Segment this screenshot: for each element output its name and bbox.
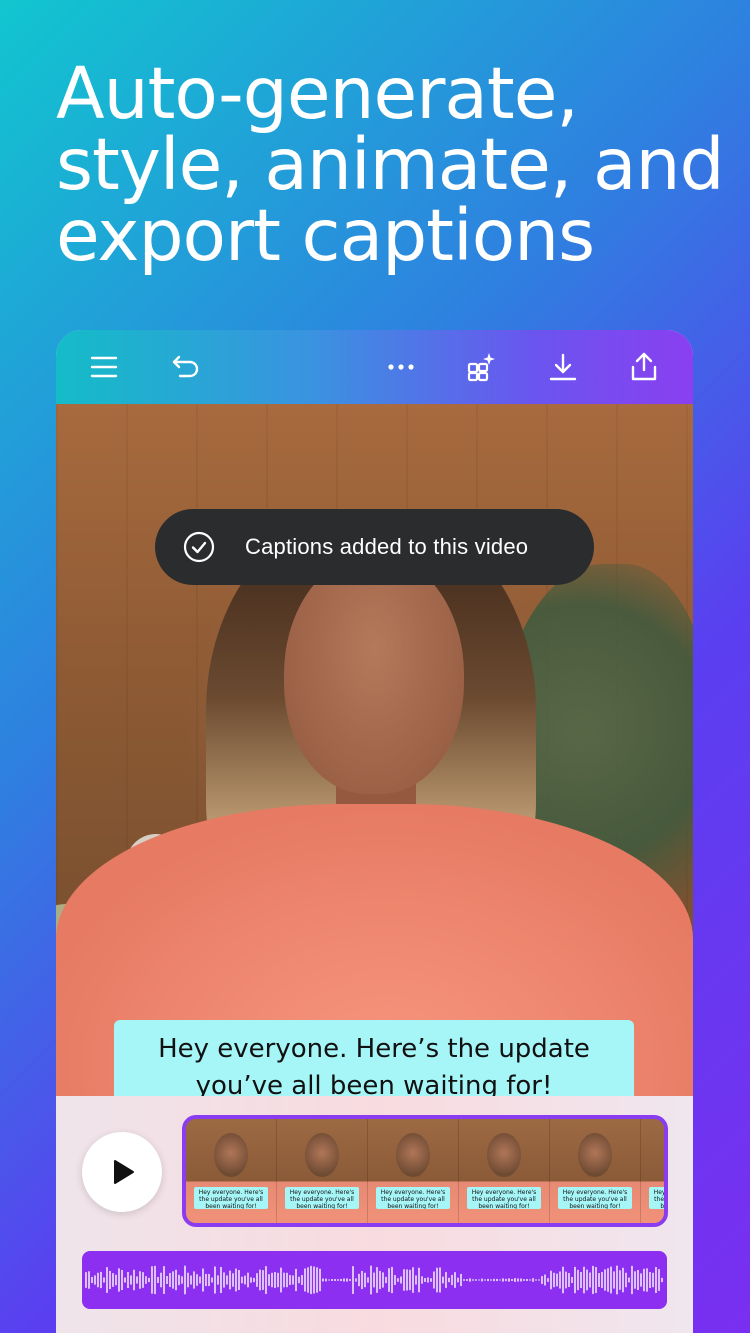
- headline-line-3: export captions: [56, 194, 595, 277]
- magic-icon[interactable]: [463, 349, 499, 385]
- caption-box[interactable]: Hey everyone. Here’s the update you’ve a…: [114, 1020, 634, 1096]
- toast-text: Captions added to this video: [245, 534, 529, 559]
- audio-waveform-track[interactable]: [82, 1251, 667, 1309]
- person-face: [284, 554, 464, 794]
- more-icon[interactable]: [383, 349, 419, 385]
- playback-panel: Hey everyone. Here's the update you've a…: [56, 1096, 693, 1333]
- headline: Auto-generate, style, animate, and expor…: [56, 52, 725, 277]
- play-icon: [114, 1160, 134, 1184]
- undo-icon[interactable]: [168, 349, 204, 385]
- timeline-frame: Hey everyone. Here's the update you've a…: [459, 1119, 550, 1223]
- headline-line-2: style, animate, and: [56, 123, 725, 206]
- frame-caption: Hey everyone. Here's the update you've a…: [467, 1187, 541, 1209]
- caption-line-2: you’ve all been waiting for!: [195, 1071, 553, 1096]
- headline-line-1: Auto-generate,: [56, 52, 579, 135]
- share-icon[interactable]: [626, 349, 662, 385]
- frame-caption: Hey everyone. Here's the update you've a…: [285, 1187, 359, 1209]
- timeline-frame: Hey everyone. Here's the update you've a…: [277, 1119, 368, 1223]
- video-preview[interactable]: Captions added to this video Hey everyon…: [56, 404, 693, 1096]
- toast-notification: Captions added to this video: [155, 509, 594, 585]
- toolbar: [56, 330, 693, 404]
- waveform-icon: [85, 1265, 663, 1295]
- timeline-frame: Hey everyone. Here's the update you've a…: [186, 1119, 277, 1223]
- check-circle-icon: [183, 531, 215, 563]
- app-window: Captions added to this video Hey everyon…: [56, 330, 693, 1333]
- caption-line-1: Hey everyone. Here’s the update: [158, 1034, 590, 1064]
- menu-icon[interactable]: [86, 349, 122, 385]
- frame-caption: Hey everyone. Here's the update you've a…: [558, 1187, 632, 1209]
- play-button[interactable]: [82, 1132, 162, 1212]
- frame-caption: Hey everyone. Here's the update you've a…: [649, 1187, 664, 1209]
- video-timeline[interactable]: Hey everyone. Here's the update you've a…: [182, 1115, 668, 1227]
- timeline-frame: Hey everyone. Here's the update you've a…: [550, 1119, 641, 1223]
- timeline-frame: Hey everyone. Here's the update you've a…: [641, 1119, 664, 1223]
- timeline-frame: Hey everyone. Here's the update you've a…: [368, 1119, 459, 1223]
- frame-caption: Hey everyone. Here's the update you've a…: [376, 1187, 450, 1209]
- frame-caption: Hey everyone. Here's the update you've a…: [194, 1187, 268, 1209]
- download-icon[interactable]: [545, 349, 581, 385]
